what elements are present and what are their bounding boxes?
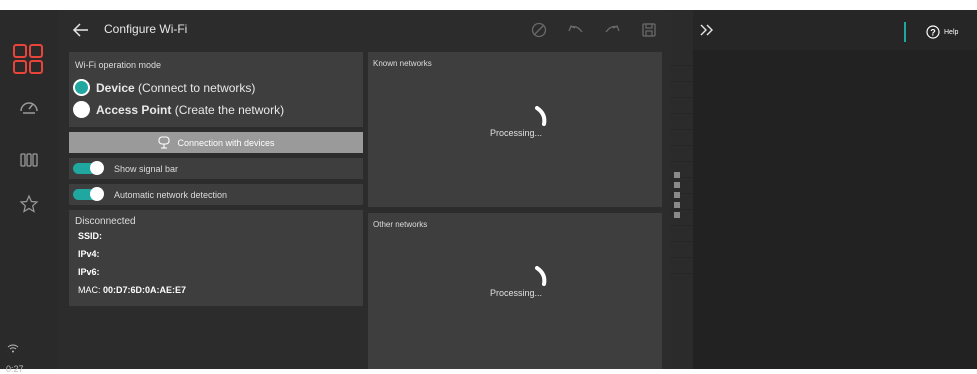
back-arrow-icon[interactable] bbox=[72, 21, 90, 39]
right-panel: ? Help bbox=[693, 10, 977, 369]
other-networks-panel: Other networks Processing... bbox=[368, 213, 662, 369]
auto-detect-label: Automatic network detection bbox=[114, 190, 228, 200]
signal-bar-row: Show signal bar bbox=[69, 158, 363, 179]
page-title: Configure Wi-Fi bbox=[104, 22, 188, 36]
device-mode-desc: (Connect to networks) bbox=[134, 80, 256, 95]
access-point-radio[interactable] bbox=[73, 101, 90, 118]
device-radio[interactable] bbox=[73, 79, 90, 96]
splitter-grip-handle[interactable] bbox=[674, 172, 680, 218]
auto-detect-row: Automatic network detection bbox=[69, 184, 363, 205]
right-panel-header: ? Help bbox=[693, 10, 977, 50]
access-point-mode-desc: (Create the network) bbox=[171, 102, 285, 117]
ipv4-label: IPv4: bbox=[78, 249, 100, 259]
redo-icon[interactable] bbox=[603, 23, 621, 37]
mac-value: 00:D7:6D:0A:AE:E7 bbox=[103, 285, 187, 295]
splitter-track bbox=[671, 50, 693, 280]
status-time: 0:27 bbox=[6, 364, 24, 374]
undo-icon[interactable] bbox=[567, 23, 585, 37]
signal-bar-label: Show signal bar bbox=[114, 164, 179, 174]
device-mode-option[interactable]: Device (Connect to networks) bbox=[73, 79, 255, 96]
other-networks-processing: Processing... bbox=[489, 288, 543, 298]
known-networks-processing: Processing... bbox=[489, 128, 543, 138]
ipv6-label: IPv6: bbox=[78, 267, 100, 277]
mac-row: MAC: 00:D7:6D:0A:AE:E7 bbox=[78, 285, 186, 295]
main-panel: Configure Wi-Fi Wi-Fi operation mode Dev… bbox=[58, 10, 671, 369]
help-question-icon: ? bbox=[926, 25, 940, 39]
wifi-mode-label: Wi-Fi operation mode bbox=[75, 60, 162, 70]
expand-chevrons-icon[interactable] bbox=[699, 22, 715, 38]
device-mode-name: Device bbox=[96, 80, 135, 95]
connection-state: Disconnected bbox=[75, 216, 136, 227]
other-networks-spinner-icon bbox=[534, 266, 550, 286]
access-point-mode-option[interactable]: Access Point (Create the network) bbox=[73, 101, 284, 118]
access-point-mode-name: Access Point bbox=[96, 102, 172, 117]
connection-with-devices-button[interactable]: Connection with devices bbox=[69, 132, 363, 153]
wifi-mode-card: Wi-Fi operation mode Device (Connect to … bbox=[69, 52, 363, 127]
page-header: Configure Wi-Fi bbox=[58, 10, 671, 50]
known-networks-title: Known networks bbox=[373, 59, 432, 68]
known-networks-panel: Known networks Processing... bbox=[368, 52, 662, 207]
help-label: Help bbox=[944, 28, 959, 36]
cancel-icon[interactable] bbox=[531, 22, 547, 38]
dashboard-gauge-icon[interactable] bbox=[18, 96, 40, 118]
signal-bar-toggle[interactable] bbox=[73, 161, 104, 175]
svg-text:?: ? bbox=[930, 27, 936, 37]
columns-icon[interactable] bbox=[19, 150, 39, 170]
save-icon[interactable] bbox=[641, 22, 657, 38]
mac-label: MAC: bbox=[78, 285, 101, 295]
known-networks-spinner-icon bbox=[534, 106, 550, 126]
connection-button-label: Connection with devices bbox=[177, 137, 275, 148]
devices-link-icon bbox=[157, 135, 171, 150]
wifi-status-icon bbox=[7, 340, 19, 353]
connection-status-card: Disconnected SSID: IPv4: IPv6: MAC: 00:D… bbox=[69, 210, 363, 306]
auto-detect-toggle[interactable] bbox=[73, 187, 104, 201]
apps-grid-icon[interactable] bbox=[11, 42, 45, 76]
star-icon[interactable] bbox=[19, 194, 39, 214]
nav-rail: 0:27 bbox=[0, 10, 58, 374]
other-networks-title: Other networks bbox=[373, 220, 428, 229]
ssid-label: SSID: bbox=[78, 231, 103, 241]
help-button[interactable]: ? Help bbox=[904, 22, 977, 42]
